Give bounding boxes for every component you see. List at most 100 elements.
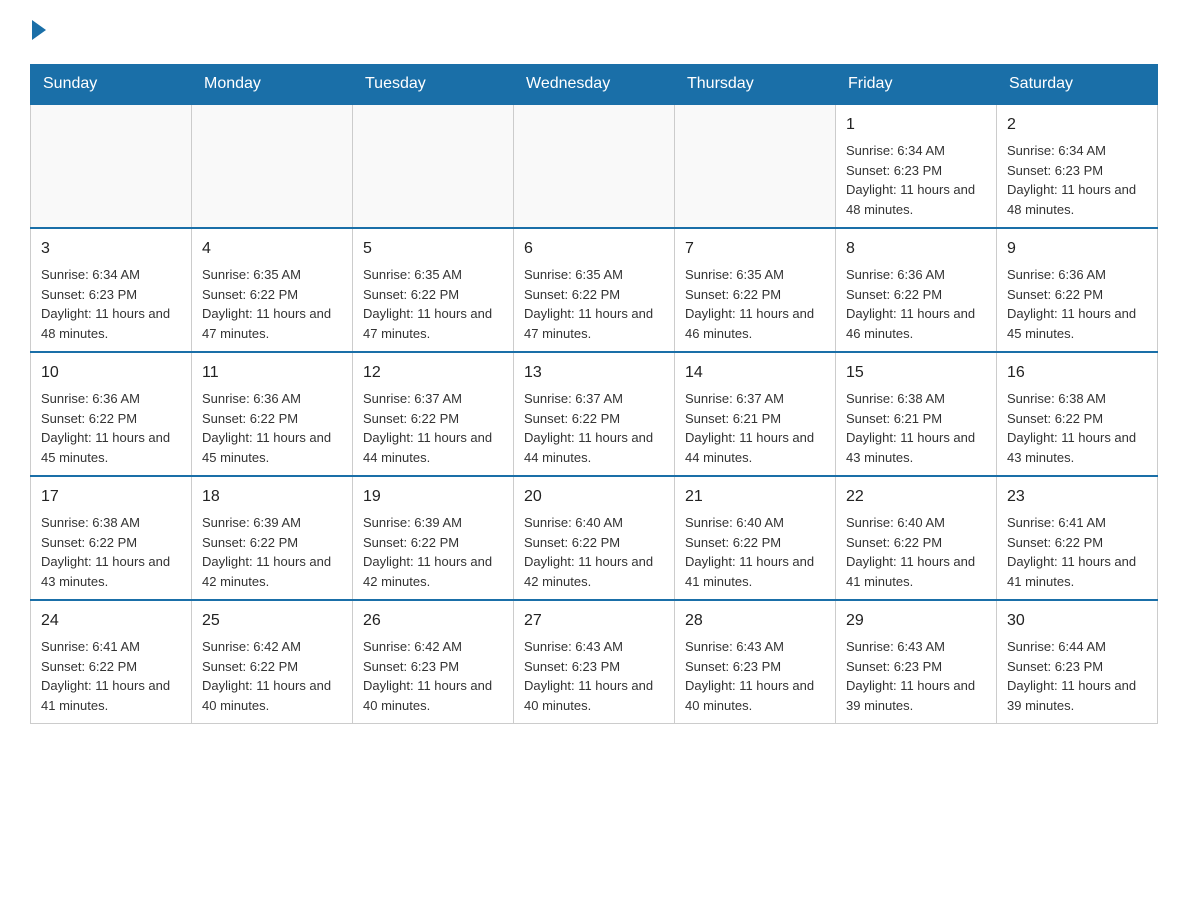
day-number: 10 <box>41 361 181 385</box>
day-cell: 7 Sunrise: 6:35 AMSunset: 6:22 PMDaylight… <box>675 228 836 352</box>
week-row-5: 24 Sunrise: 6:41 AMSunset: 6:22 PMDayligh… <box>31 600 1158 724</box>
day-cell: 14 Sunrise: 6:37 AMSunset: 6:21 PMDayligh… <box>675 352 836 476</box>
day-number: 26 <box>363 609 503 633</box>
day-number: 23 <box>1007 485 1147 509</box>
day-info: Sunrise: 6:37 AMSunset: 6:22 PMDaylight:… <box>363 389 503 467</box>
column-header-saturday: Saturday <box>997 65 1158 105</box>
day-info: Sunrise: 6:40 AMSunset: 6:22 PMDaylight:… <box>846 513 986 591</box>
day-info: Sunrise: 6:35 AMSunset: 6:22 PMDaylight:… <box>685 265 825 343</box>
logo-arrow-icon <box>32 20 46 40</box>
day-cell: 1 Sunrise: 6:34 AMSunset: 6:23 PMDaylight… <box>836 104 997 228</box>
day-number: 25 <box>202 609 342 633</box>
day-info: Sunrise: 6:40 AMSunset: 6:22 PMDaylight:… <box>685 513 825 591</box>
day-cell: 27 Sunrise: 6:43 AMSunset: 6:23 PMDayligh… <box>514 600 675 724</box>
page-header <box>30 20 1158 44</box>
day-number: 16 <box>1007 361 1147 385</box>
day-cell: 26Sunrise: 6:42 AMSunset: 6:23 PMDayligh… <box>353 600 514 724</box>
day-cell: 10 Sunrise: 6:36 AMSunset: 6:22 PMDayligh… <box>31 352 192 476</box>
day-info: Sunrise: 6:43 AMSunset: 6:23 PMDaylight:… <box>846 637 986 715</box>
day-number: 22 <box>846 485 986 509</box>
day-info: Sunrise: 6:36 AMSunset: 6:22 PMDaylight:… <box>41 389 181 467</box>
day-number: 27 <box>524 609 664 633</box>
day-number: 24 <box>41 609 181 633</box>
day-info: Sunrise: 6:34 AMSunset: 6:23 PMDaylight:… <box>1007 141 1147 219</box>
day-info: Sunrise: 6:38 AMSunset: 6:22 PMDaylight:… <box>41 513 181 591</box>
day-cell: 2Sunrise: 6:34 AMSunset: 6:23 PMDaylight… <box>997 104 1158 228</box>
day-cell: 5 Sunrise: 6:35 AMSunset: 6:22 PMDaylight… <box>353 228 514 352</box>
day-info: Sunrise: 6:37 AMSunset: 6:22 PMDaylight:… <box>524 389 664 467</box>
day-number: 7 <box>685 237 825 261</box>
day-cell: 20 Sunrise: 6:40 AMSunset: 6:22 PMDayligh… <box>514 476 675 600</box>
week-row-3: 10 Sunrise: 6:36 AMSunset: 6:22 PMDayligh… <box>31 352 1158 476</box>
day-cell: 11 Sunrise: 6:36 AMSunset: 6:22 PMDayligh… <box>192 352 353 476</box>
day-info: Sunrise: 6:43 AMSunset: 6:23 PMDaylight:… <box>685 637 825 715</box>
day-info: Sunrise: 6:43 AMSunset: 6:23 PMDaylight:… <box>524 637 664 715</box>
day-cell: 4 Sunrise: 6:35 AMSunset: 6:22 PMDaylight… <box>192 228 353 352</box>
day-info: Sunrise: 6:41 AMSunset: 6:22 PMDaylight:… <box>1007 513 1147 591</box>
day-cell: 19 Sunrise: 6:39 AMSunset: 6:22 PMDayligh… <box>353 476 514 600</box>
day-info: Sunrise: 6:35 AMSunset: 6:22 PMDaylight:… <box>363 265 503 343</box>
day-info: Sunrise: 6:37 AMSunset: 6:21 PMDaylight:… <box>685 389 825 467</box>
day-info: Sunrise: 6:40 AMSunset: 6:22 PMDaylight:… <box>524 513 664 591</box>
day-info: Sunrise: 6:39 AMSunset: 6:22 PMDaylight:… <box>363 513 503 591</box>
day-cell: 28 Sunrise: 6:43 AMSunset: 6:23 PMDayligh… <box>675 600 836 724</box>
day-cell <box>31 104 192 228</box>
logo <box>30 20 46 44</box>
day-number: 28 <box>685 609 825 633</box>
day-cell: 23 Sunrise: 6:41 AMSunset: 6:22 PMDayligh… <box>997 476 1158 600</box>
day-number: 12 <box>363 361 503 385</box>
day-number: 8 <box>846 237 986 261</box>
column-header-tuesday: Tuesday <box>353 65 514 105</box>
day-number: 4 <box>202 237 342 261</box>
day-cell <box>353 104 514 228</box>
day-number: 19 <box>363 485 503 509</box>
day-info: Sunrise: 6:42 AMSunset: 6:22 PMDaylight:… <box>202 637 342 715</box>
day-info: Sunrise: 6:38 AMSunset: 6:22 PMDaylight:… <box>1007 389 1147 467</box>
day-cell: 8 Sunrise: 6:36 AMSunset: 6:22 PMDaylight… <box>836 228 997 352</box>
day-info: Sunrise: 6:34 AMSunset: 6:23 PMDaylight:… <box>41 265 181 343</box>
day-cell: 3 Sunrise: 6:34 AMSunset: 6:23 PMDaylight… <box>31 228 192 352</box>
day-cell: 9 Sunrise: 6:36 AMSunset: 6:22 PMDaylight… <box>997 228 1158 352</box>
day-number: 15 <box>846 361 986 385</box>
day-cell: 17 Sunrise: 6:38 AMSunset: 6:22 PMDayligh… <box>31 476 192 600</box>
day-number: 9 <box>1007 237 1147 261</box>
day-number: 30 <box>1007 609 1147 633</box>
day-number: 1 <box>846 113 986 137</box>
day-info: Sunrise: 6:34 AMSunset: 6:23 PMDaylight:… <box>846 141 986 219</box>
day-info: Sunrise: 6:38 AMSunset: 6:21 PMDaylight:… <box>846 389 986 467</box>
day-cell: 21Sunrise: 6:40 AMSunset: 6:22 PMDayligh… <box>675 476 836 600</box>
calendar-table: SundayMondayTuesdayWednesdayThursdayFrid… <box>30 64 1158 724</box>
day-cell: 22 Sunrise: 6:40 AMSunset: 6:22 PMDayligh… <box>836 476 997 600</box>
day-info: Sunrise: 6:36 AMSunset: 6:22 PMDaylight:… <box>1007 265 1147 343</box>
day-info: Sunrise: 6:39 AMSunset: 6:22 PMDaylight:… <box>202 513 342 591</box>
day-info: Sunrise: 6:44 AMSunset: 6:23 PMDaylight:… <box>1007 637 1147 715</box>
day-info: Sunrise: 6:41 AMSunset: 6:22 PMDaylight:… <box>41 637 181 715</box>
day-cell: 30 Sunrise: 6:44 AMSunset: 6:23 PMDayligh… <box>997 600 1158 724</box>
day-number: 6 <box>524 237 664 261</box>
week-row-2: 3 Sunrise: 6:34 AMSunset: 6:23 PMDaylight… <box>31 228 1158 352</box>
column-header-friday: Friday <box>836 65 997 105</box>
day-cell <box>192 104 353 228</box>
column-header-sunday: Sunday <box>31 65 192 105</box>
day-number: 20 <box>524 485 664 509</box>
day-cell: 24 Sunrise: 6:41 AMSunset: 6:22 PMDayligh… <box>31 600 192 724</box>
day-number: 5 <box>363 237 503 261</box>
day-info: Sunrise: 6:36 AMSunset: 6:22 PMDaylight:… <box>846 265 986 343</box>
week-row-1: 1 Sunrise: 6:34 AMSunset: 6:23 PMDaylight… <box>31 104 1158 228</box>
day-number: 17 <box>41 485 181 509</box>
day-cell: 12 Sunrise: 6:37 AMSunset: 6:22 PMDayligh… <box>353 352 514 476</box>
day-cell: 18 Sunrise: 6:39 AMSunset: 6:22 PMDayligh… <box>192 476 353 600</box>
day-number: 3 <box>41 237 181 261</box>
day-info: Sunrise: 6:36 AMSunset: 6:22 PMDaylight:… <box>202 389 342 467</box>
day-cell: 25 Sunrise: 6:42 AMSunset: 6:22 PMDayligh… <box>192 600 353 724</box>
day-number: 14 <box>685 361 825 385</box>
day-cell: 16 Sunrise: 6:38 AMSunset: 6:22 PMDayligh… <box>997 352 1158 476</box>
calendar-header-row: SundayMondayTuesdayWednesdayThursdayFrid… <box>31 65 1158 105</box>
day-cell: 13Sunrise: 6:37 AMSunset: 6:22 PMDayligh… <box>514 352 675 476</box>
day-number: 18 <box>202 485 342 509</box>
day-info: Sunrise: 6:35 AMSunset: 6:22 PMDaylight:… <box>202 265 342 343</box>
day-number: 11 <box>202 361 342 385</box>
day-cell <box>675 104 836 228</box>
day-cell: 15 Sunrise: 6:38 AMSunset: 6:21 PMDayligh… <box>836 352 997 476</box>
day-cell: 6Sunrise: 6:35 AMSunset: 6:22 PMDaylight… <box>514 228 675 352</box>
